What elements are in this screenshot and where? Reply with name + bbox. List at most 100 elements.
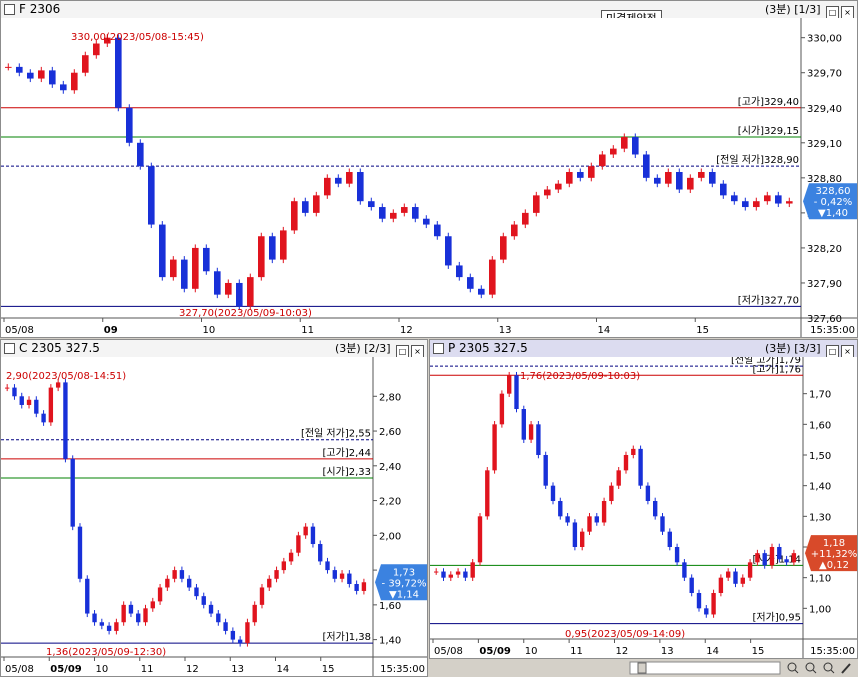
zoom-in-icon[interactable] <box>787 662 799 674</box>
y-tick-label: 1,00 <box>809 604 831 615</box>
panel-index-label: [1/3] <box>794 3 821 16</box>
panel-checkbox[interactable] <box>4 4 15 15</box>
candle-body <box>499 393 505 425</box>
y-tick-label: 2,80 <box>379 392 401 403</box>
y-tick-label: 330,00 <box>807 34 842 45</box>
price-level-label: [시가]329,15 <box>738 125 799 137</box>
x-tick-label: 09 <box>104 325 118 336</box>
candle-body <box>521 409 526 440</box>
call-chart[interactable]: 2,802,602,402,202,001,801,601,4005/0805/… <box>1 357 427 676</box>
candle-body <box>769 547 775 566</box>
annotation-label: 2,90(2023/05/08-14:51) <box>6 371 126 382</box>
candle-body <box>676 172 683 190</box>
candle-body <box>281 561 287 571</box>
candle-body <box>682 562 687 578</box>
candle-body <box>791 553 797 563</box>
candle-body <box>747 562 753 578</box>
candle-body <box>332 570 337 579</box>
panel-controls: (3분) [1/3] □ × <box>765 1 854 19</box>
x-tick-label: 11 <box>301 325 314 336</box>
candle-body <box>733 571 738 584</box>
candle-body <box>346 172 353 184</box>
x-end-time-label: 15:35:00 <box>810 325 855 336</box>
candle-body <box>687 177 694 190</box>
candle-body <box>667 531 672 547</box>
price-level-label: [전일 저가]2,55 <box>301 428 371 440</box>
x-tick-label: 14 <box>277 664 290 675</box>
x-tick-label: 10 <box>96 664 109 675</box>
candle-body <box>543 455 548 486</box>
candle-body <box>252 604 257 623</box>
candle-body <box>310 526 316 545</box>
price-level-label: [시가]2,33 <box>323 466 371 478</box>
candle-body <box>587 516 592 532</box>
candle-body <box>558 501 563 517</box>
annotation-label: 1,76(2023/05/09-10:03) <box>520 371 640 382</box>
candle-body <box>157 587 163 602</box>
zoom-slider[interactable] <box>629 661 781 675</box>
candle-body <box>159 224 166 278</box>
candle-body <box>137 142 144 167</box>
chart-toolbar <box>628 659 858 677</box>
annotation-label: 0,95(2023/05/09-14:09) <box>565 629 685 640</box>
candle-body <box>34 399 39 414</box>
panel-checkbox[interactable] <box>433 343 444 354</box>
candle-body <box>601 501 607 523</box>
call-panel: C 2305 327.5 (3분) [2/3] □ × 2,80 2,60 2,40 2… <box>0 339 428 677</box>
candle-body <box>786 201 793 204</box>
search-icon[interactable] <box>823 662 835 674</box>
panel-controls: (3분) [3/3] □ × <box>765 340 854 358</box>
panel-checkbox[interactable] <box>4 343 15 354</box>
candle-body <box>536 424 541 455</box>
annotation-label: 327,70(2023/05/09-10:03) <box>179 308 312 319</box>
x-tick-label: 12 <box>186 664 199 675</box>
candle-body <box>106 625 112 631</box>
candle-body <box>354 584 359 591</box>
candle-body <box>26 399 32 405</box>
y-tick-label: 2,40 <box>379 462 401 473</box>
x-tick-label: 15 <box>322 664 335 675</box>
futures-panel: F 2306 (3분) [1/3] □× 미결제약정 330,00329,703… <box>0 0 858 338</box>
panel-index-label: [3/3] <box>794 342 821 355</box>
x-tick-label: 10 <box>203 325 216 336</box>
candle-body <box>777 547 782 560</box>
candle-body <box>653 501 658 517</box>
zoom-slider-thumb[interactable] <box>637 662 647 674</box>
candle-body <box>136 613 141 623</box>
candle-body <box>165 578 170 588</box>
futures-title: F 2306 <box>19 2 61 16</box>
current-price: 1,18 <box>823 538 845 549</box>
candle-body <box>726 571 731 578</box>
candle-body <box>114 622 119 631</box>
candle-body <box>347 573 352 584</box>
candle-body <box>638 448 643 486</box>
y-tick-label: 329,40 <box>807 104 842 115</box>
candle-body <box>718 577 724 593</box>
candle-body <box>201 596 206 605</box>
candle-body <box>93 43 100 56</box>
zoom-out-icon[interactable] <box>805 662 817 674</box>
candle-body <box>179 570 185 579</box>
candle-body <box>121 604 126 623</box>
price-level-label: [저가]0,95 <box>753 612 801 624</box>
put-chart[interactable]: 1,701,601,501,401,301,201,101,0005/0805/… <box>430 357 857 658</box>
wrench-icon[interactable] <box>841 663 851 674</box>
candle-body <box>631 448 636 455</box>
candle-body <box>609 485 614 501</box>
candle-body <box>172 570 177 579</box>
x-tick-label: 15 <box>752 646 765 657</box>
x-tick-label: 13 <box>499 325 512 336</box>
candle-body <box>401 207 408 213</box>
x-tick-label: 14 <box>598 325 611 336</box>
futures-chart[interactable]: 330,00329,70329,40329,10328,80328,50328,… <box>1 18 857 337</box>
x-tick-label: 05/08 <box>434 646 463 657</box>
candle-body <box>696 593 702 609</box>
put-panel: P 2305 327.5 (3분) [3/3] □ × 1,70 1,60 1,50 1… <box>429 339 858 659</box>
y-tick-label: 2,20 <box>379 497 401 508</box>
candle-body <box>5 66 12 68</box>
plot-background <box>1 18 857 337</box>
candle-body <box>740 577 745 584</box>
candle-body <box>507 375 512 394</box>
x-tick-label: 13 <box>661 646 674 657</box>
candle-body <box>550 485 556 501</box>
